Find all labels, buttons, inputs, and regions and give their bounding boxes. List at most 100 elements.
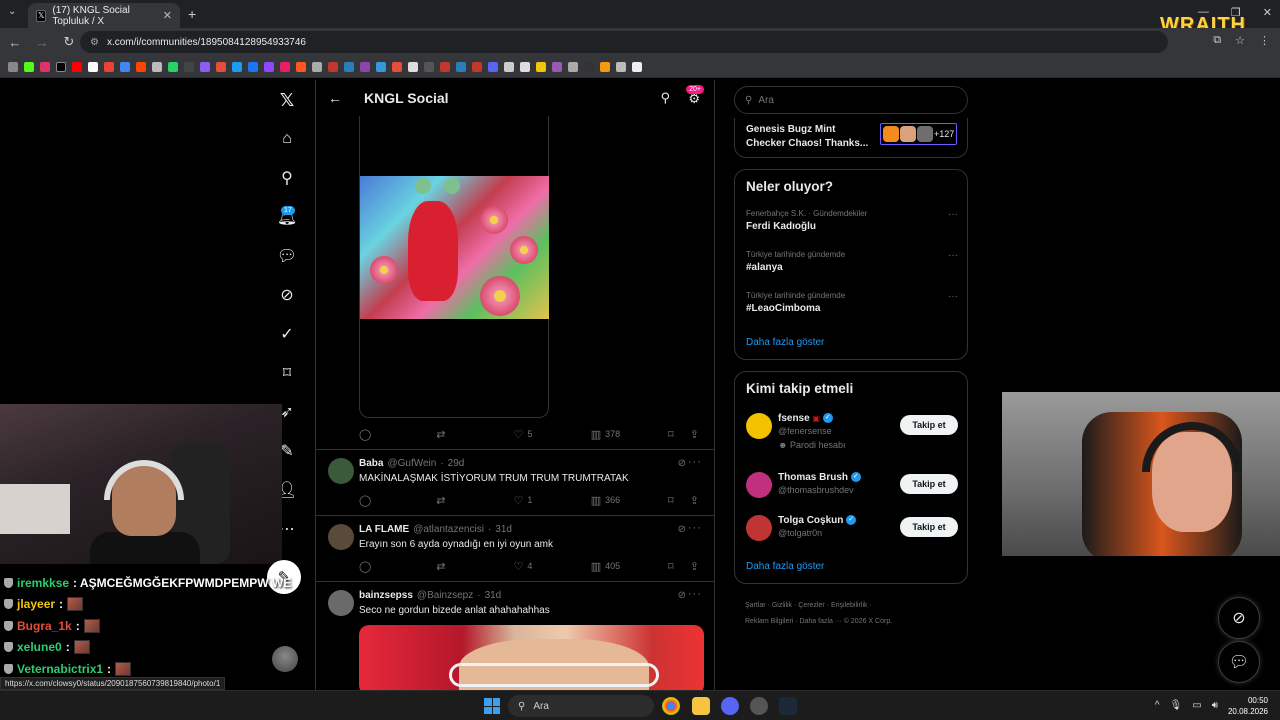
search-icon[interactable]: ⚲ bbox=[660, 90, 670, 106]
discord-icon[interactable] bbox=[721, 697, 739, 715]
system-clock[interactable]: 00:50 20.08.2026 bbox=[1228, 695, 1268, 717]
apps-icon[interactable] bbox=[8, 61, 18, 72]
tweet-author-handle[interactable]: @atlantazencisi bbox=[413, 524, 484, 535]
verified-icon[interactable]: ✓ bbox=[275, 322, 299, 346]
bookmark-icon[interactable] bbox=[424, 61, 434, 72]
like-button[interactable]: ♡ 5 bbox=[514, 428, 591, 441]
microphone-icon[interactable]: 🎙︎ bbox=[1170, 700, 1183, 711]
volume-icon[interactable]: 🔊︎ bbox=[1212, 700, 1218, 711]
bookmark-icon[interactable] bbox=[168, 61, 178, 72]
start-button-icon[interactable] bbox=[484, 698, 500, 714]
bookmark-icon[interactable] bbox=[408, 61, 418, 72]
avatar[interactable] bbox=[746, 515, 772, 541]
grok-fab-icon[interactable]: ⊘ bbox=[1218, 597, 1260, 639]
tweet-author-handle[interactable]: @Bainzsepz bbox=[417, 590, 473, 601]
bookmark-icon[interactable] bbox=[536, 61, 546, 72]
bookmark-icon[interactable] bbox=[120, 61, 130, 72]
bookmark-icon[interactable] bbox=[456, 61, 466, 72]
bookmark-button[interactable]: ⌑ bbox=[668, 560, 690, 573]
bookmark-icon[interactable] bbox=[584, 61, 594, 72]
repost-button[interactable]: ⇄ bbox=[436, 428, 513, 441]
trend-item[interactable]: Türkiye tarihinde gündemde #alanya ··· bbox=[746, 250, 958, 273]
like-button[interactable]: ♡ 4 bbox=[514, 560, 591, 573]
browser-tab[interactable]: 𝕏 (17) KNGL Social Topluluk / X ✕ bbox=[28, 3, 180, 28]
bookmark-icon[interactable] bbox=[600, 61, 610, 72]
follow-button[interactable]: Takip et bbox=[900, 474, 958, 494]
share-button[interactable]: ⇪ bbox=[690, 494, 699, 507]
views-button[interactable]: ▥ 378 bbox=[591, 428, 668, 441]
app-icon[interactable] bbox=[750, 697, 768, 715]
reply-button[interactable]: ◯ bbox=[359, 494, 436, 507]
grok-icon[interactable]: ⊘ bbox=[678, 590, 686, 601]
bookmark-button[interactable]: ⌑ bbox=[668, 428, 690, 441]
tweet-author-name[interactable]: bainzsepss bbox=[359, 590, 413, 601]
account-avatar[interactable] bbox=[272, 646, 298, 672]
suggested-user[interactable]: Thomas Brush ✓ @thomasbrushdev Takip et bbox=[746, 472, 958, 512]
explore-search-icon[interactable]: ⚲ bbox=[275, 166, 299, 190]
grok-icon[interactable]: ⊘ bbox=[678, 458, 686, 469]
network-icon[interactable]: ▭ bbox=[1192, 700, 1201, 711]
site-info-icon[interactable]: ⚙ bbox=[90, 37, 99, 48]
bookmark-icon[interactable] bbox=[216, 61, 226, 72]
bookmark-icon[interactable] bbox=[376, 61, 386, 72]
reply-button[interactable]: ◯ bbox=[359, 428, 436, 441]
more-options-icon[interactable]: ··· bbox=[948, 209, 958, 220]
steam-icon[interactable] bbox=[779, 697, 797, 715]
file-explorer-icon[interactable] bbox=[692, 697, 710, 715]
reload-icon[interactable]: ↻ bbox=[57, 34, 81, 50]
bookmark-icon[interactable] bbox=[200, 61, 210, 72]
tweet-author-name[interactable]: LA FLAME bbox=[359, 524, 409, 535]
back-arrow-icon[interactable]: ← bbox=[328, 90, 352, 106]
suggested-user[interactable]: Tolga Coşkun ✓ @tolgatr0n Takip et bbox=[746, 515, 958, 555]
bookmark-icon[interactable] bbox=[56, 61, 66, 72]
forward-icon[interactable]: → bbox=[30, 35, 54, 50]
bookmark-icon[interactable] bbox=[616, 61, 626, 72]
search-input[interactable]: ⚲ Ara bbox=[734, 86, 968, 114]
follow-button[interactable]: Takip et bbox=[900, 415, 958, 435]
menu-icon[interactable]: ⋮ bbox=[1259, 34, 1270, 47]
bookmark-icon[interactable] bbox=[264, 61, 274, 72]
grok-icon[interactable]: ⊘ bbox=[678, 524, 686, 535]
tweet-time[interactable]: 29d bbox=[448, 458, 465, 469]
tweet[interactable]: LA FLAME @atlantazencisi · 31d ⊘ ··· Era… bbox=[316, 515, 714, 581]
more-options-icon[interactable]: ··· bbox=[688, 456, 702, 468]
tweet-author-name[interactable]: Baba bbox=[359, 458, 383, 469]
bookmark-icon[interactable] bbox=[488, 61, 498, 72]
bookmark-icon[interactable] bbox=[552, 61, 562, 72]
post-media-image[interactable] bbox=[360, 176, 549, 319]
address-bar[interactable]: ⚙ x.com/i/communities/189508412895493374… bbox=[80, 31, 1168, 53]
avatar[interactable] bbox=[328, 590, 354, 616]
home-icon[interactable]: ⌂ bbox=[275, 127, 299, 151]
install-icon[interactable]: ⧉ bbox=[1213, 34, 1221, 47]
share-button[interactable]: ⇪ bbox=[690, 560, 699, 573]
footer-line[interactable]: Şartlar · Gizlilik · Çerezler · Erişileb… bbox=[745, 598, 945, 614]
avatar[interactable] bbox=[328, 458, 354, 484]
grok-icon[interactable]: ⊘ bbox=[275, 283, 299, 307]
more-options-icon[interactable]: ··· bbox=[688, 588, 702, 600]
bookmark-icon[interactable] bbox=[632, 61, 642, 72]
tweet-time[interactable]: 31d bbox=[495, 524, 512, 535]
bookmark-icon[interactable] bbox=[568, 61, 578, 72]
views-button[interactable]: ▥ 405 bbox=[591, 560, 668, 573]
trend-item[interactable]: Fenerbahçe S.K. · Gündemdekiler Ferdi Ka… bbox=[746, 209, 958, 232]
show-more-follow-link[interactable]: Daha fazla göster bbox=[746, 561, 824, 572]
views-button[interactable]: ▥ 366 bbox=[591, 494, 668, 507]
bookmark-icon[interactable] bbox=[296, 61, 306, 72]
bookmark-icon[interactable] bbox=[328, 61, 338, 72]
taskbar-search[interactable]: ⚲ Ara bbox=[508, 695, 654, 717]
show-more-trends-link[interactable]: Daha fazla göster bbox=[746, 337, 824, 348]
more-options-icon[interactable]: ··· bbox=[948, 250, 958, 261]
avatar[interactable] bbox=[746, 472, 772, 498]
bookmark-icon[interactable] bbox=[360, 61, 370, 72]
tweet-time[interactable]: 31d bbox=[485, 590, 502, 601]
avatar[interactable] bbox=[746, 413, 772, 439]
share-button[interactable]: ⇪ bbox=[690, 428, 699, 441]
tweet-photo[interactable] bbox=[359, 625, 704, 690]
chrome-icon[interactable] bbox=[662, 697, 680, 715]
bookmark-icon[interactable] bbox=[344, 61, 354, 72]
bookmark-icon[interactable] bbox=[280, 61, 290, 72]
bookmark-icon[interactable] bbox=[472, 61, 482, 72]
more-options-icon[interactable]: ··· bbox=[948, 291, 958, 302]
bookmark-icon[interactable] bbox=[440, 61, 450, 72]
messages-icon[interactable]: 💬︎ bbox=[275, 244, 299, 268]
